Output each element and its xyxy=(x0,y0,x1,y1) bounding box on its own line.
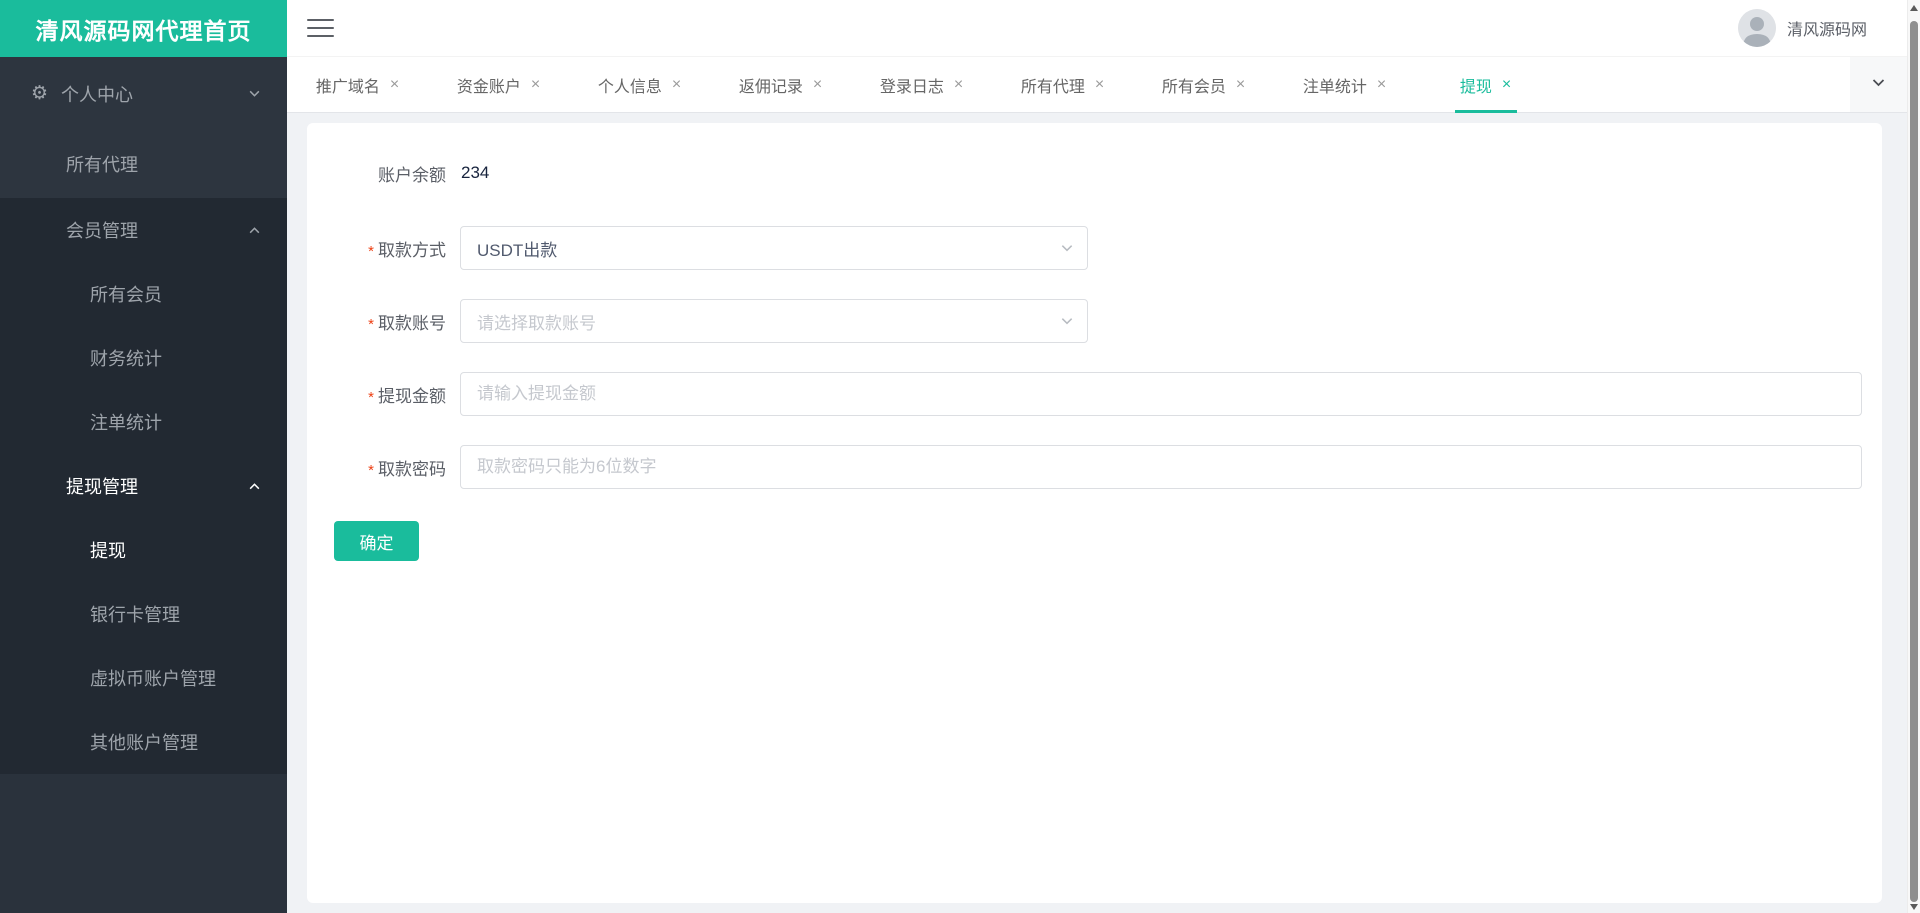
tab-overflow-button[interactable] xyxy=(1850,57,1907,112)
withdraw-account-row: * 取款账号 请选择取款账号 xyxy=(307,299,1882,343)
user-name: 清风源码网 xyxy=(1786,22,1867,39)
sidebar-item-label: 会员管理 xyxy=(66,221,138,241)
required-mark: * xyxy=(368,315,374,333)
sidebar-item-bank-card-management[interactable]: 银行卡管理 xyxy=(0,582,287,646)
select-placeholder: 请选择取款账号 xyxy=(477,313,596,333)
sidebar-item-member-management[interactable]: 会员管理 xyxy=(0,198,287,262)
sidebar-item-other-account-management[interactable]: 其他账户管理 xyxy=(0,710,287,774)
withdraw-form-card: 账户余额 234 * 取款方式 USDT出款 * 取款账号 请选择取款账号 * 提现金… xyxy=(307,123,1882,903)
scroll-up-arrow-icon[interactable] xyxy=(1910,5,1918,11)
close-icon[interactable]: × xyxy=(1236,76,1245,93)
sidebar: 清风源码网代理首页 ⚙ 个人中心 所有代理 会员管理 所有会员 财务统计 注单统… xyxy=(0,0,287,913)
tab-label: 个人信息 xyxy=(597,78,662,96)
scroll-down-arrow-icon[interactable] xyxy=(1910,904,1918,910)
sidebar-item-label: 所有代理 xyxy=(66,155,138,175)
tab-promo-domain[interactable]: 推广域名 × xyxy=(287,57,428,112)
sidebar-item-label: 个人中心 xyxy=(61,84,134,105)
withdraw-method-select[interactable]: USDT出款 xyxy=(460,226,1088,270)
withdraw-account-select[interactable]: 请选择取款账号 xyxy=(460,299,1088,343)
required-mark: * xyxy=(368,461,374,479)
gear-icon: ⚙ xyxy=(31,83,49,104)
chevron-down-icon xyxy=(1060,314,1074,328)
chevron-down-icon xyxy=(1060,241,1074,255)
balance-value: 234 xyxy=(461,163,490,182)
withdraw-account-label: * 取款账号 xyxy=(368,313,446,333)
vertical-scrollbar[interactable] xyxy=(1907,0,1920,913)
tab-bar: 推广域名 × 资金账户 × 个人信息 × 返佣记录 × 登录日志 × 所有代理 … xyxy=(287,57,1907,113)
tab-label: 所有代理 xyxy=(1020,78,1085,96)
tab-withdraw[interactable]: 提现 × xyxy=(1415,57,1556,112)
main-content: 账户余额 234 * 取款方式 USDT出款 * 取款账号 请选择取款账号 * 提现金… xyxy=(287,113,1907,913)
close-icon[interactable]: × xyxy=(672,76,681,93)
withdraw-amount-input[interactable] xyxy=(460,372,1862,416)
sidebar-item-withdraw-management[interactable]: 提现管理 xyxy=(0,454,287,518)
tab-personal-info[interactable]: 个人信息 × xyxy=(569,57,710,112)
tab-label: 登录日志 xyxy=(879,78,944,96)
tab-funds-account[interactable]: 资金账户 × xyxy=(428,57,569,112)
avatar xyxy=(1737,9,1776,47)
close-icon[interactable]: × xyxy=(531,76,540,93)
tab-label: 推广域名 xyxy=(315,78,380,96)
close-icon[interactable]: × xyxy=(390,76,399,93)
tab-label: 所有会员 xyxy=(1161,78,1226,96)
tab-login-logs[interactable]: 登录日志 × xyxy=(851,57,992,112)
chevron-up-icon xyxy=(248,224,261,237)
sidebar-item-label: 银行卡管理 xyxy=(90,605,180,625)
tab-label: 提现 xyxy=(1459,78,1492,96)
tab-label: 注单统计 xyxy=(1302,78,1367,96)
withdraw-password-row: * 取款密码 xyxy=(307,445,1882,489)
sidebar-item-label: 提现管理 xyxy=(66,477,138,497)
sidebar-item-label: 其他账户管理 xyxy=(90,733,198,753)
tab-all-members[interactable]: 所有会员 × xyxy=(1133,57,1274,112)
close-icon[interactable]: × xyxy=(1095,76,1104,93)
tab-bet-stats[interactable]: 注单统计 × xyxy=(1274,57,1415,112)
tab-label: 资金账户 xyxy=(456,78,521,96)
tab-all-agents[interactable]: 所有代理 × xyxy=(992,57,1133,112)
balance-label: 账户余额 xyxy=(378,165,446,185)
sidebar-item-personal-center[interactable]: ⚙ 个人中心 xyxy=(0,57,287,130)
confirm-button[interactable]: 确定 xyxy=(334,521,419,561)
balance-row: 账户余额 234 xyxy=(307,161,1882,185)
required-mark: * xyxy=(368,242,374,260)
select-value: USDT出款 xyxy=(477,240,558,260)
sidebar-item-all-agents[interactable]: 所有代理 xyxy=(0,130,287,198)
sidebar-item-label: 虚拟币账户管理 xyxy=(90,669,216,689)
hamburger-menu-icon[interactable] xyxy=(307,13,334,43)
tab-rebate-records[interactable]: 返佣记录 × xyxy=(710,57,851,112)
app-logo[interactable]: 清风源码网代理首页 xyxy=(0,0,287,57)
close-icon[interactable]: × xyxy=(954,76,963,93)
close-icon[interactable]: × xyxy=(1377,76,1386,93)
top-bar: 清风源码网 xyxy=(287,0,1907,57)
sidebar-item-finance-stats[interactable]: 财务统计 xyxy=(0,326,287,390)
chevron-down-icon xyxy=(1871,75,1886,95)
sidebar-item-label: 所有会员 xyxy=(90,285,162,305)
sidebar-item-label: 财务统计 xyxy=(90,349,162,369)
withdraw-amount-label: * 提现金额 xyxy=(368,386,446,406)
sidebar-item-all-members[interactable]: 所有会员 xyxy=(0,262,287,326)
withdraw-amount-row: * 提现金额 xyxy=(307,372,1882,416)
tab-label: 返佣记录 xyxy=(738,78,803,96)
required-mark: * xyxy=(368,388,374,406)
sidebar-item-crypto-account-management[interactable]: 虚拟币账户管理 xyxy=(0,646,287,710)
chevron-down-icon xyxy=(248,87,261,100)
close-icon[interactable]: × xyxy=(1502,76,1511,93)
withdraw-method-row: * 取款方式 USDT出款 xyxy=(307,226,1882,270)
sidebar-item-label: 注单统计 xyxy=(90,413,162,433)
sidebar-item-withdraw[interactable]: 提现 xyxy=(0,518,287,582)
withdraw-method-label: * 取款方式 xyxy=(368,240,446,260)
sidebar-item-label: 提现 xyxy=(90,541,126,561)
withdraw-password-input[interactable] xyxy=(460,445,1862,489)
chevron-up-icon xyxy=(248,480,261,493)
withdraw-password-label: * 取款密码 xyxy=(368,459,446,479)
sidebar-item-bet-stats[interactable]: 注单统计 xyxy=(0,390,287,454)
user-menu[interactable]: 清风源码网 xyxy=(1737,9,1867,47)
close-icon[interactable]: × xyxy=(813,76,822,93)
scrollbar-thumb[interactable] xyxy=(1910,21,1918,902)
